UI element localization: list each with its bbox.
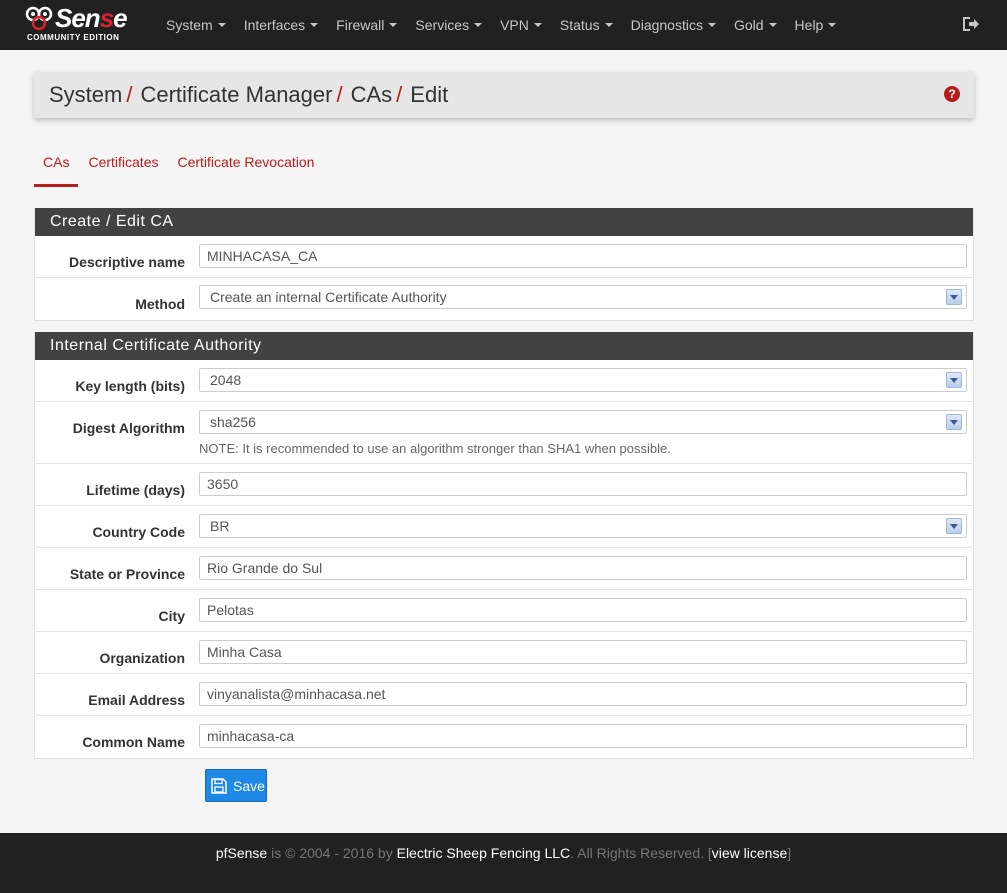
dropdown-arrow-icon bbox=[946, 372, 962, 388]
nav-gold[interactable]: Gold bbox=[725, 0, 786, 50]
main-menu: System Interfaces Firewall Services VPN … bbox=[157, 0, 845, 50]
nav-services[interactable]: Services bbox=[406, 0, 491, 50]
country-value: BR bbox=[210, 518, 230, 534]
breadcrumb-separator: / bbox=[396, 82, 403, 107]
caret-down-icon bbox=[533, 23, 542, 27]
caret-down-icon bbox=[707, 23, 716, 27]
field-label: Common Name bbox=[82, 734, 185, 750]
brand-logo[interactable]: Sense COMMUNITY EDITION bbox=[0, 0, 150, 50]
save-label: Save bbox=[233, 777, 265, 794]
footer-bracket: ] bbox=[787, 845, 792, 861]
common-name-input[interactable]: minhacasa-ca bbox=[199, 724, 967, 748]
nav-vpn[interactable]: VPN bbox=[491, 0, 551, 50]
field-label: Email Address bbox=[88, 692, 185, 708]
method-value: Create an internal Certificate Authority bbox=[210, 289, 447, 305]
field-label: Lifetime (days) bbox=[86, 482, 185, 498]
form-row-country-code: Country Code BR bbox=[35, 506, 973, 548]
create-edit-ca-panel: Create / Edit CA Descriptive name MINHAC… bbox=[34, 208, 974, 321]
email-input[interactable]: vinyanalista@minhacasa.net bbox=[199, 682, 967, 706]
tab-bar: CAs Certificates Certificate Revocation bbox=[34, 148, 323, 188]
breadcrumb-separator: / bbox=[126, 82, 133, 107]
form-row-common-name: Common Name minhacasa-ca bbox=[35, 716, 973, 758]
tab-certificates[interactable]: Certificates bbox=[79, 148, 167, 187]
breadcrumb-edit: Edit bbox=[410, 82, 449, 107]
caret-down-icon bbox=[828, 23, 837, 27]
pfsense-logo-icon bbox=[25, 6, 53, 30]
method-select[interactable]: Create an internal Certificate Authority bbox=[199, 285, 967, 309]
dropdown-arrow-icon bbox=[946, 414, 962, 430]
caret-down-icon bbox=[768, 23, 777, 27]
field-label: Method bbox=[135, 296, 185, 312]
form-row-email: Email Address vinyanalista@minhacasa.net bbox=[35, 674, 973, 716]
key-length-select[interactable]: 2048 bbox=[199, 368, 967, 392]
breadcrumb-separator: / bbox=[336, 82, 343, 107]
footer-license-link[interactable]: view license bbox=[712, 845, 787, 861]
key-length-value: 2048 bbox=[210, 372, 242, 388]
organization-input[interactable]: Minha Casa bbox=[199, 640, 967, 664]
nav-status[interactable]: Status bbox=[551, 0, 622, 50]
field-label: Organization bbox=[99, 650, 185, 666]
form-row-key-length: Key length (bits) 2048 bbox=[35, 360, 973, 402]
breadcrumb-cas[interactable]: CAs bbox=[351, 82, 393, 108]
state-input[interactable]: Rio Grande do Sul bbox=[199, 556, 967, 580]
panel-title: Internal Certificate Authority bbox=[35, 332, 973, 360]
digest-value: sha256 bbox=[210, 414, 256, 430]
footer-rights: . All Rights Reserved. [ bbox=[570, 845, 712, 861]
footer: pfSense is © 2004 - 2016 by Electric She… bbox=[0, 833, 1007, 893]
dropdown-arrow-icon bbox=[946, 289, 962, 305]
caret-down-icon bbox=[474, 23, 483, 27]
nav-firewall[interactable]: Firewall bbox=[327, 0, 406, 50]
internal-ca-panel: Internal Certificate Authority Key lengt… bbox=[34, 332, 974, 759]
country-code-select[interactable]: BR bbox=[199, 514, 967, 538]
nav-help[interactable]: Help bbox=[786, 0, 846, 50]
help-icon[interactable]: ? bbox=[944, 86, 960, 102]
digest-algorithm-select[interactable]: sha256 bbox=[199, 410, 967, 434]
field-label: State or Province bbox=[69, 566, 185, 582]
form-row-descriptive-name: Descriptive name MINHACASA_CA bbox=[35, 236, 973, 278]
lifetime-input[interactable]: 3650 bbox=[199, 472, 967, 496]
footer-product: pfSense bbox=[215, 845, 268, 861]
descriptive-name-input[interactable]: MINHACASA_CA bbox=[199, 244, 967, 268]
field-label: Key length (bits) bbox=[75, 378, 185, 394]
caret-down-icon bbox=[604, 23, 613, 27]
panel-title: Create / Edit CA bbox=[35, 208, 973, 236]
footer-company-link[interactable]: Electric Sheep Fencing LLC bbox=[397, 845, 571, 861]
logout-icon[interactable] bbox=[961, 15, 979, 33]
save-button[interactable]: Save bbox=[205, 769, 267, 802]
city-input[interactable]: Pelotas bbox=[199, 598, 967, 622]
form-row-city: City Pelotas bbox=[35, 590, 973, 632]
top-navbar: Sense COMMUNITY EDITION System Interface… bbox=[0, 0, 1007, 50]
footer-copyright: is © 2004 - 2016 by bbox=[267, 845, 397, 861]
caret-down-icon bbox=[389, 23, 398, 27]
floppy-disk-icon bbox=[211, 777, 227, 794]
field-label: Descriptive name bbox=[69, 254, 185, 270]
breadcrumb-certificate-manager[interactable]: Certificate Manager bbox=[140, 82, 332, 108]
brand-name: Sense bbox=[55, 3, 128, 33]
nav-diagnostics[interactable]: Diagnostics bbox=[622, 0, 725, 50]
breadcrumb: System / Certificate Manager / CAs / Edi… bbox=[34, 72, 974, 118]
caret-down-icon bbox=[310, 23, 319, 27]
form-row-lifetime: Lifetime (days) 3650 bbox=[35, 464, 973, 506]
breadcrumb-system[interactable]: System bbox=[49, 82, 122, 108]
nav-interfaces[interactable]: Interfaces bbox=[235, 0, 327, 50]
digest-note: NOTE: It is recommended to use an algori… bbox=[199, 441, 671, 456]
caret-down-icon bbox=[217, 23, 226, 27]
field-label: City bbox=[158, 608, 185, 624]
form-row-method: Method Create an internal Certificate Au… bbox=[35, 278, 973, 320]
dropdown-arrow-icon bbox=[946, 518, 962, 534]
brand-edition: COMMUNITY EDITION bbox=[27, 33, 120, 42]
field-label: Digest Algorithm bbox=[72, 420, 185, 436]
form-row-organization: Organization Minha Casa bbox=[35, 632, 973, 674]
tab-certificate-revocation[interactable]: Certificate Revocation bbox=[168, 148, 323, 187]
form-row-digest-algorithm: Digest Algorithm sha256 NOTE: It is reco… bbox=[35, 402, 973, 464]
nav-system[interactable]: System bbox=[157, 0, 235, 50]
form-row-state: State or Province Rio Grande do Sul bbox=[35, 548, 973, 590]
field-label: Country Code bbox=[92, 524, 185, 540]
tab-cas[interactable]: CAs bbox=[34, 148, 79, 187]
